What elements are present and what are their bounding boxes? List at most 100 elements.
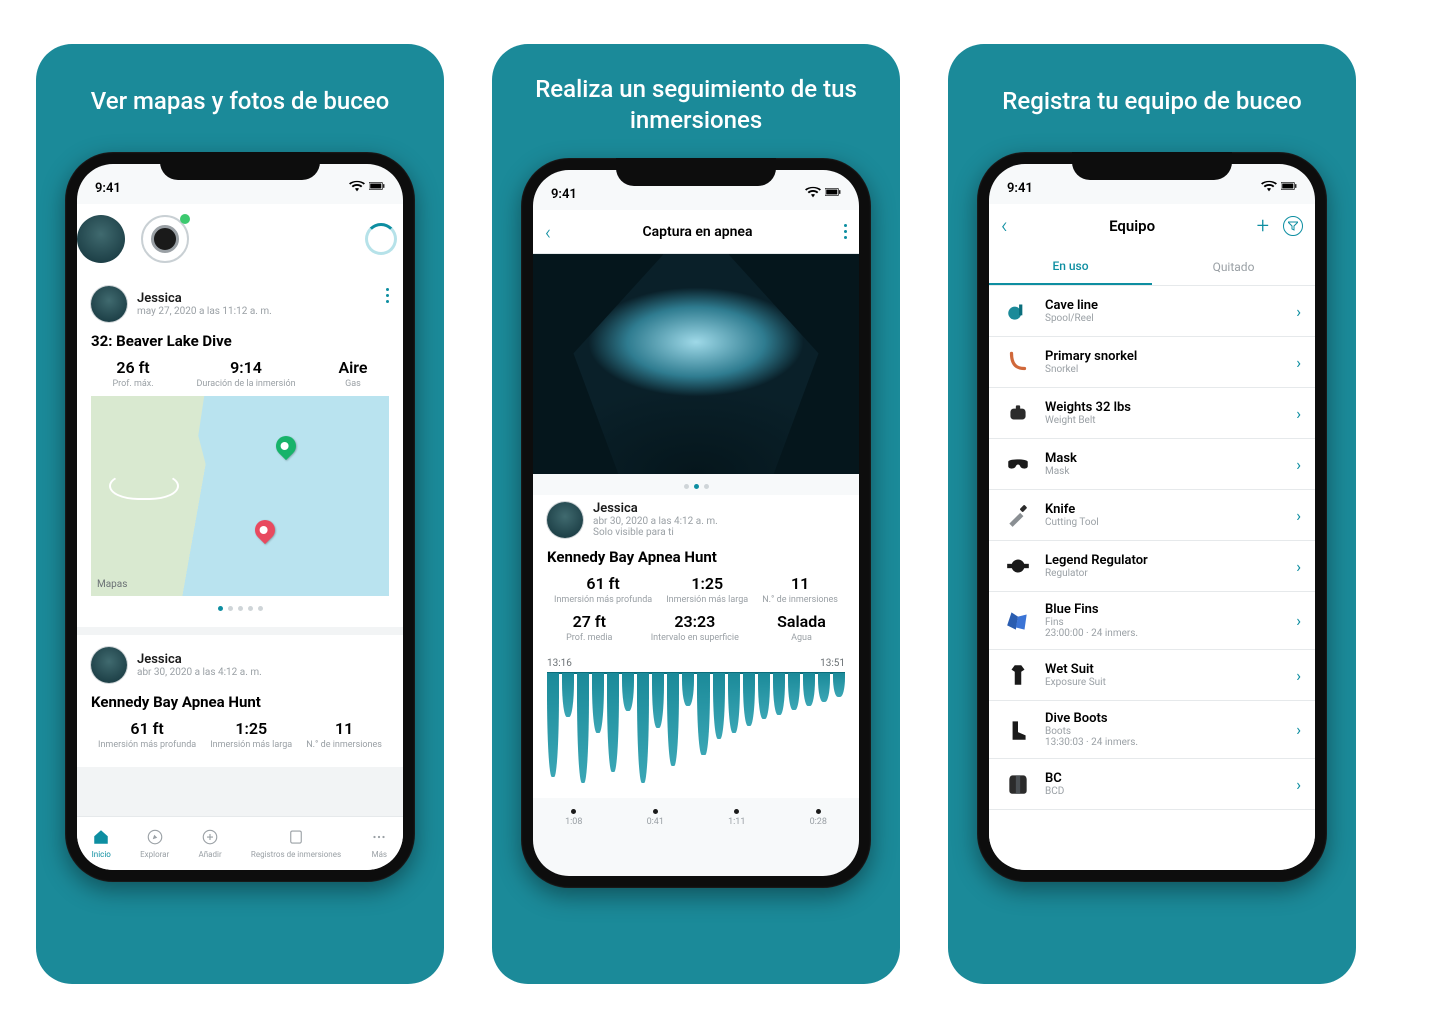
visibility-label: Solo visible para ti xyxy=(593,527,718,538)
chart-bar xyxy=(697,673,709,756)
dive-title: 32: Beaver Lake Dive xyxy=(91,332,389,350)
dive-stats: 61 ftInmersión más profunda 1:25Inmersió… xyxy=(91,719,389,751)
tab-in-use[interactable]: En uso xyxy=(989,248,1152,285)
dive-card[interactable]: Jessica abr 30, 2020 a las 4:12 a. m. Ke… xyxy=(77,635,403,767)
post-timestamp: may 27, 2020 a las 11:12 a. m. xyxy=(137,306,272,317)
axis-tick: 1:08 xyxy=(565,817,582,827)
carousel-dots[interactable] xyxy=(533,484,859,489)
chevron-right-icon: › xyxy=(1296,404,1301,423)
tab-add[interactable]: Añadir xyxy=(199,828,222,859)
map-pin-end-icon[interactable] xyxy=(251,516,279,544)
chevron-right-icon: › xyxy=(1296,506,1301,525)
chart-bar xyxy=(758,673,770,719)
stat-value: 1:25 xyxy=(666,574,748,593)
notch xyxy=(616,158,776,186)
tab-label: Añadir xyxy=(199,850,222,859)
mask-icon xyxy=(1003,449,1033,479)
chevron-right-icon: › xyxy=(1296,302,1301,321)
weight-icon xyxy=(1003,398,1033,428)
knife-icon xyxy=(1003,500,1033,530)
tab-logs[interactable]: Registros de inmersiones xyxy=(251,828,341,859)
plus-circle-icon xyxy=(201,828,219,848)
filter-button[interactable] xyxy=(1283,216,1303,236)
bottom-tabbar: Inicio Explorar Añadir Registros de inme… xyxy=(77,816,403,870)
gear-item[interactable]: Dive BootsBoots13:30:03 · 24 inmers.› xyxy=(989,701,1315,759)
chart-start-time: 13:16 xyxy=(547,658,572,669)
chart-bar xyxy=(818,673,830,702)
gear-name: Weights 32 lbs xyxy=(1045,400,1284,415)
carousel-dots[interactable] xyxy=(91,606,389,611)
gear-item[interactable]: Legend RegulatorRegulator› xyxy=(989,541,1315,592)
map-pin-start-icon[interactable] xyxy=(272,432,300,460)
device-watch[interactable] xyxy=(141,215,189,263)
gear-name: Knife xyxy=(1045,502,1284,517)
wifi-icon xyxy=(805,186,821,202)
gear-usage: 13:30:03 · 24 inmers. xyxy=(1045,737,1284,748)
gear-item[interactable]: MaskMask› xyxy=(989,439,1315,490)
dive-feed[interactable]: Jessica may 27, 2020 a las 11:12 a. m. 3… xyxy=(77,274,403,816)
tab-explore[interactable]: Explorar xyxy=(140,828,169,859)
axis-tick: 1:11 xyxy=(728,817,745,827)
nav-title: Equipo xyxy=(1109,217,1155,235)
reel-icon xyxy=(1003,296,1033,326)
nav-title: Captura en apnea xyxy=(643,224,753,240)
chart-bar xyxy=(743,673,755,726)
tab-removed[interactable]: Quitado xyxy=(1152,248,1315,285)
chart-bar xyxy=(577,673,589,783)
back-button[interactable]: ‹ xyxy=(1001,214,1008,239)
dive-stats: 61 ftInmersión más profunda 1:25Inmersió… xyxy=(547,574,845,606)
chart-bar xyxy=(562,673,574,717)
nav-menu-icon[interactable] xyxy=(844,224,847,239)
gear-item[interactable]: Cave lineSpool/Reel› xyxy=(989,286,1315,337)
user-name: Jessica xyxy=(137,291,272,306)
chart-bar xyxy=(773,673,785,715)
chart-bar xyxy=(803,673,815,706)
add-gear-button[interactable]: + xyxy=(1257,214,1269,239)
fins-icon xyxy=(1003,606,1033,636)
chart-bar xyxy=(682,673,694,706)
gear-item[interactable]: Wet SuitExposure Suit› xyxy=(989,650,1315,701)
user-avatar[interactable] xyxy=(547,502,583,538)
gear-name: Cave line xyxy=(1045,298,1284,313)
dive-hero-image[interactable]: 1/3 xyxy=(533,254,859,474)
panel-2-title: Realiza un seguimiento de tus inmersione… xyxy=(520,74,872,136)
profile-avatar[interactable] xyxy=(77,215,125,263)
dive-card[interactable]: Jessica may 27, 2020 a las 11:12 a. m. 3… xyxy=(77,274,403,627)
dive-map[interactable]: Mapas xyxy=(91,396,389,596)
gear-category: Snorkel xyxy=(1045,364,1284,375)
phone-3: 9:41 ‹ Equipo + xyxy=(977,152,1327,882)
chart-bar xyxy=(833,673,845,697)
gear-item[interactable]: Primary snorkelSnorkel› xyxy=(989,337,1315,388)
log-icon xyxy=(287,828,305,848)
back-button[interactable]: ‹ xyxy=(545,220,551,244)
dive-title: Kennedy Bay Apnea Hunt xyxy=(91,693,389,711)
tab-more[interactable]: Más xyxy=(370,828,388,859)
snorkel-icon xyxy=(1003,347,1033,377)
gear-item[interactable]: Weights 32 lbsWeight Belt› xyxy=(989,388,1315,439)
gear-name: Dive Boots xyxy=(1045,711,1284,726)
compass-icon xyxy=(146,828,164,848)
chart-bar xyxy=(652,673,664,728)
depth-chart[interactable]: 13:16 13:51 xyxy=(533,658,859,798)
image-counter: 1/3 xyxy=(828,455,851,468)
battery-icon xyxy=(825,186,841,202)
stat-label: Inmersión más larga xyxy=(210,740,292,751)
tab-home[interactable]: Inicio xyxy=(92,828,111,859)
post-timestamp: abr 30, 2020 a las 4:12 a. m. xyxy=(593,516,718,527)
sync-spinner-icon[interactable] xyxy=(365,223,397,255)
chevron-right-icon: › xyxy=(1296,666,1301,685)
gear-item[interactable]: BCBCD› xyxy=(989,759,1315,810)
map-credit: Mapas xyxy=(97,579,127,590)
chart-bar xyxy=(788,673,800,710)
stat-value: 26 ft xyxy=(112,358,153,377)
regulator-icon xyxy=(1003,551,1033,581)
gear-item[interactable]: KnifeCutting Tool› xyxy=(989,490,1315,541)
user-name: Jessica xyxy=(593,501,718,516)
user-avatar[interactable] xyxy=(91,286,127,322)
tab-label: Explorar xyxy=(140,850,169,859)
card-menu-icon[interactable] xyxy=(386,288,389,303)
user-avatar[interactable] xyxy=(91,647,127,683)
gear-item[interactable]: Blue FinsFins23:00:00 · 24 inmers.› xyxy=(989,592,1315,650)
bcd-icon xyxy=(1003,769,1033,799)
gear-list[interactable]: Cave lineSpool/Reel›Primary snorkelSnork… xyxy=(989,286,1315,870)
